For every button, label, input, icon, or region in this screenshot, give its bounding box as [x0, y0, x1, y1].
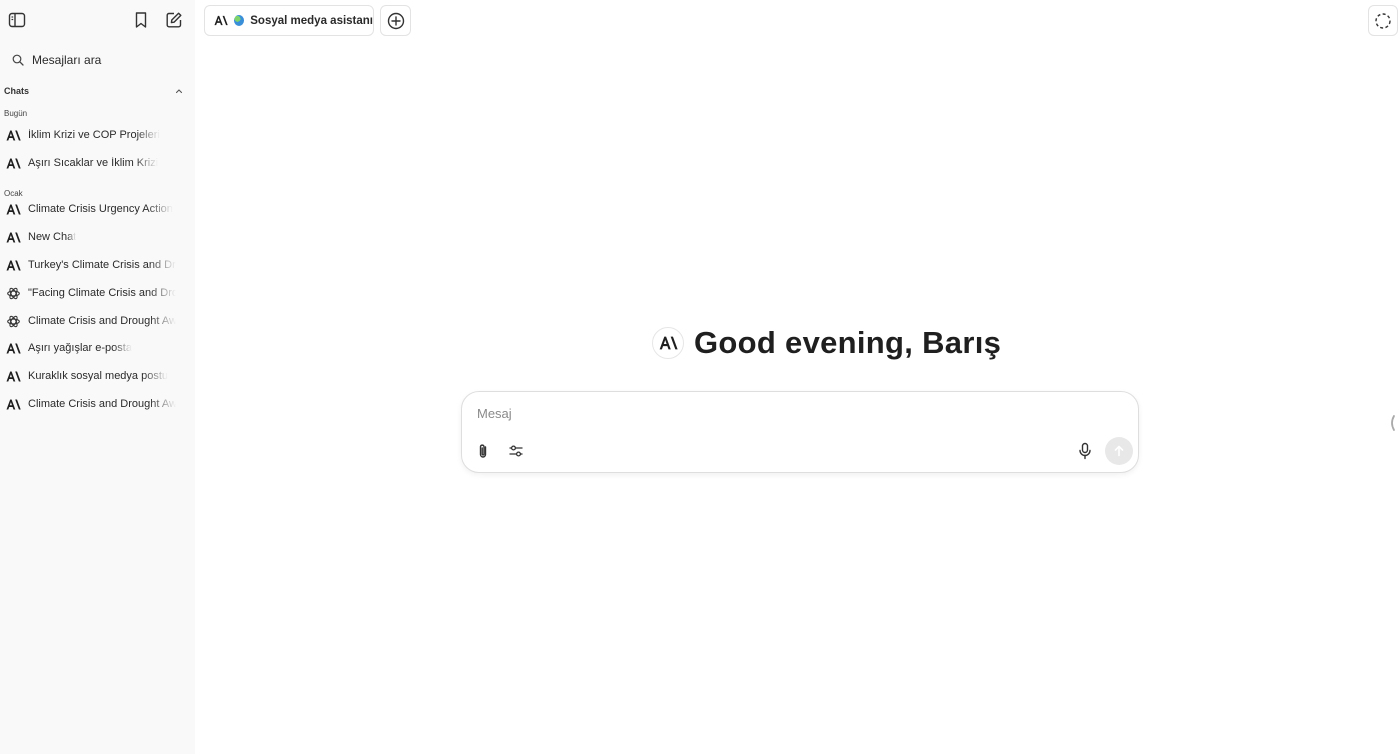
screenshot-icon: [1375, 12, 1391, 29]
chat-list-item[interactable]: Turkey's Climate Crisis and Drought: [6, 254, 176, 276]
anthropic-icon: [6, 158, 21, 168]
anthropic-icon: [6, 204, 21, 214]
chat-list-item[interactable]: Aşırı yağışlar e-posta: [6, 337, 176, 359]
anthropic-icon: [659, 336, 678, 350]
anthropic-icon: [6, 343, 21, 353]
chevron-up-icon: [175, 89, 183, 94]
globe-icon: [234, 15, 245, 26]
chats-section-header[interactable]: Chats: [4, 84, 184, 98]
chat-title: Climate Crisis and Drought Awareness: [28, 398, 176, 410]
microphone-icon: [1079, 442, 1091, 460]
chat-list-item[interactable]: İklim Krizi ve COP Projeleri: [6, 124, 176, 146]
send-button[interactable]: [1105, 437, 1133, 465]
chat-list-item[interactable]: Climate Crisis Urgency Action: [6, 198, 176, 220]
plus-circle-icon: [387, 12, 404, 29]
tools-button[interactable]: [504, 439, 528, 463]
panel-handle-icon: [1391, 415, 1395, 431]
greeting: Good evening, Barış: [652, 324, 1001, 362]
search-label: Mesajları ara: [32, 53, 102, 67]
anthropic-icon: [6, 399, 21, 409]
openai-icon: [7, 287, 20, 299]
greeting-logo: [652, 327, 684, 359]
group-label-january: Ocak: [4, 189, 23, 198]
chat-title: İklim Krizi ve COP Projeleri: [28, 129, 160, 141]
add-assistant-button[interactable]: [380, 5, 411, 36]
attach-button[interactable]: [471, 439, 495, 463]
group-label-today: Bugün: [4, 109, 28, 118]
paperclip-icon: [479, 444, 487, 458]
greeting-text: Good evening, Barış: [694, 325, 1002, 360]
chat-title: Turkey's Climate Crisis and Drought: [28, 259, 176, 271]
chat-title: Climate Crisis Urgency Action: [28, 203, 173, 215]
message-input[interactable]: [477, 402, 1037, 424]
chat-title: Climate Crisis and Drought Awareness: [28, 315, 176, 327]
sidebar-icon: [8, 12, 26, 28]
chat-title: "Facing Climate Crisis and Drought: [28, 287, 176, 299]
bookmark-icon: [135, 12, 147, 28]
assistant-tab[interactable]: Sosyal medya asistanı: [204, 5, 374, 36]
chat-title: Aşırı Sıcaklar ve İklim Krizi: [28, 157, 159, 169]
assistant-name: Sosyal medya asistanı: [250, 14, 373, 27]
chat-title: Kuraklık sosyal medya postu: [28, 370, 169, 382]
new-chat-button[interactable]: [162, 8, 186, 32]
chat-list-item[interactable]: New Chat: [6, 226, 176, 248]
chat-list-item[interactable]: Kuraklık sosyal medya postu: [6, 365, 176, 387]
openai-icon: [7, 315, 20, 327]
message-composer: [461, 391, 1139, 473]
side-panel-handle[interactable]: [1387, 413, 1397, 433]
anthropic-icon: [6, 232, 21, 242]
sidebar: Mesajları ara Chats Bugün İklim Krizi ve…: [0, 0, 195, 754]
chat-title: Aşırı yağışlar e-posta: [28, 342, 132, 354]
anthropic-icon: [6, 371, 21, 381]
search-icon: [12, 54, 24, 66]
anthropic-icon: [6, 130, 21, 140]
chat-list-item[interactable]: Climate Crisis and Drought Awareness: [6, 310, 176, 332]
chat-title: New Chat: [28, 231, 77, 243]
anthropic-icon: [6, 260, 21, 270]
chat-list-item[interactable]: "Facing Climate Crisis and Drought: [6, 282, 176, 304]
chat-list-item[interactable]: Climate Crisis and Drought Awareness: [6, 393, 176, 415]
chat-list-item[interactable]: Aşırı Sıcaklar ve İklim Krizi: [6, 152, 176, 174]
bookmarks-button[interactable]: [129, 8, 153, 32]
voice-input-button[interactable]: [1073, 439, 1097, 463]
anthropic-icon: [214, 15, 228, 26]
sidebar-toolbar: [0, 8, 195, 32]
arrow-up-icon: [1114, 445, 1124, 457]
screenshot-button[interactable]: [1368, 5, 1398, 36]
toggle-sidebar-button[interactable]: [5, 8, 29, 32]
chats-section-label: Chats: [4, 86, 30, 96]
search-messages[interactable]: Mesajları ara: [6, 50, 186, 70]
sliders-icon: [509, 445, 523, 457]
compose-icon: [166, 12, 182, 28]
